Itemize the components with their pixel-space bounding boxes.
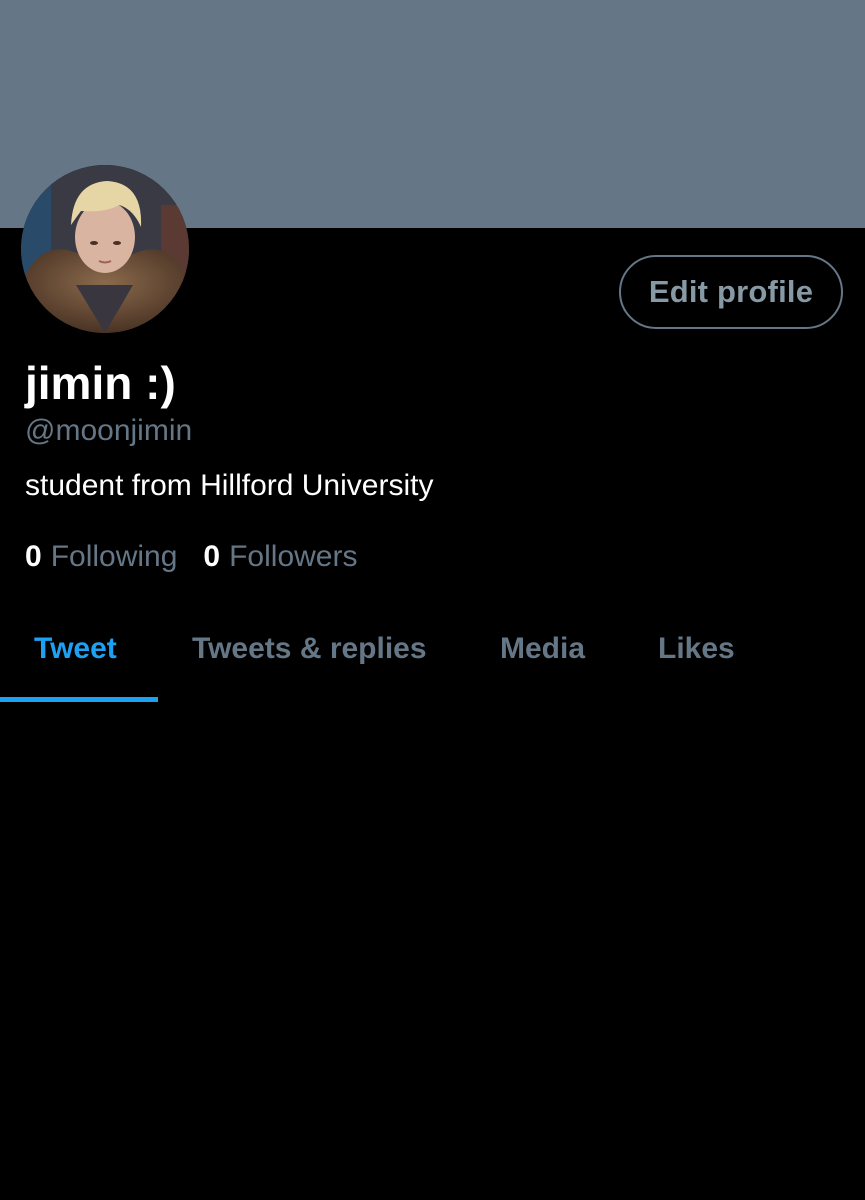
display-name: jimin :) <box>25 357 176 409</box>
followers-count: 0 <box>203 540 221 573</box>
profile-photo-icon <box>21 165 189 333</box>
profile-stats: 0 Following 0 Followers <box>25 538 357 576</box>
tab-tweets-and-replies[interactable]: Tweets & replies <box>192 630 427 668</box>
following-stat[interactable]: 0 Following <box>25 538 177 576</box>
avatar[interactable] <box>21 165 189 333</box>
profile-tabs: Tweet Tweets & replies Media Likes <box>0 600 865 702</box>
following-label: Following <box>50 540 178 573</box>
active-tab-indicator <box>0 697 158 702</box>
followers-stat[interactable]: 0 Followers <box>203 538 357 576</box>
profile-bio: student from Hillford University <box>25 469 434 502</box>
tab-tweet[interactable]: Tweet <box>34 630 117 668</box>
edit-profile-button[interactable]: Edit profile <box>619 255 843 329</box>
tab-likes[interactable]: Likes <box>658 630 735 668</box>
following-count: 0 <box>25 540 42 573</box>
tab-media[interactable]: Media <box>500 630 585 668</box>
user-handle: @moonjimin <box>25 414 193 447</box>
followers-label: Followers <box>229 540 358 573</box>
